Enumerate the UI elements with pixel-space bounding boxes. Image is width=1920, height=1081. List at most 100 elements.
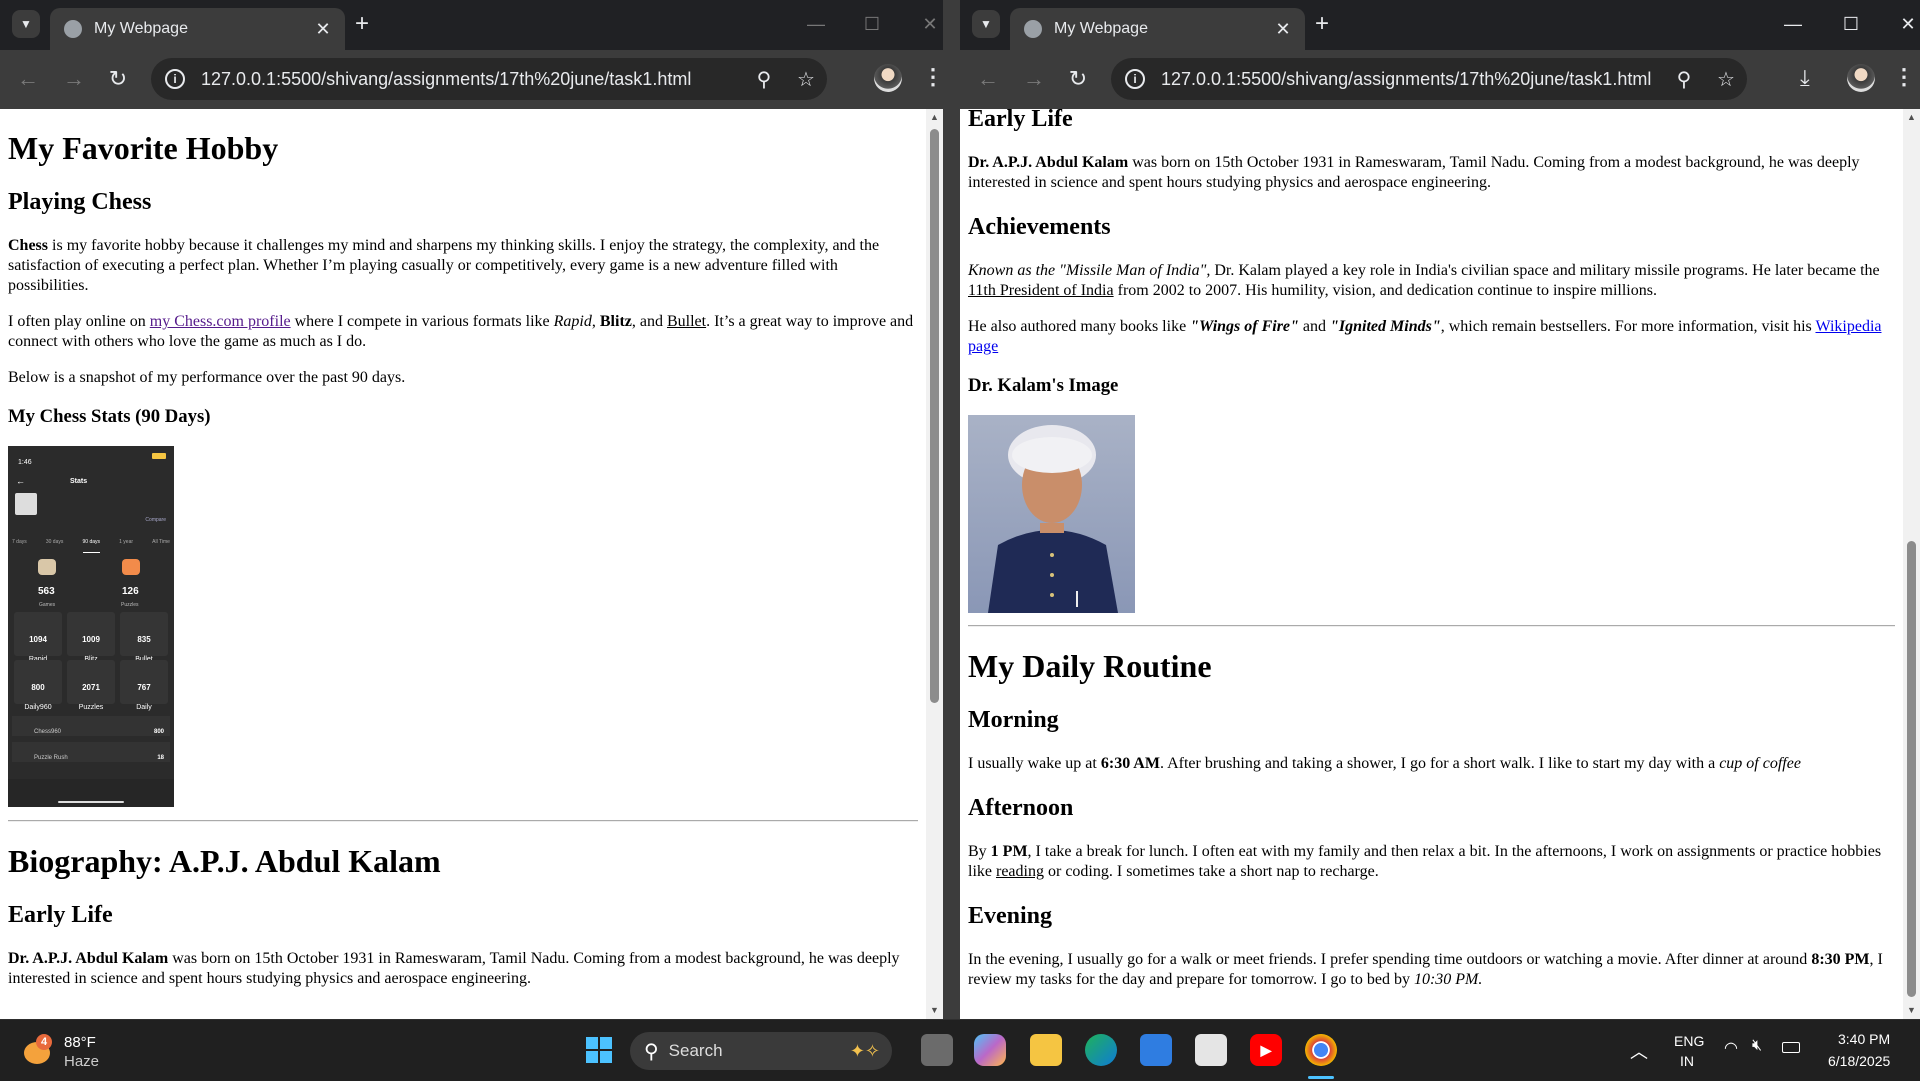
battery-icon[interactable] [1782,1042,1800,1053]
scroll-up-arrow[interactable]: ▲ [1903,109,1920,126]
profile-avatar[interactable] [1847,64,1875,92]
page-heading: My Favorite Hobby [8,130,279,166]
scroll-down-arrow[interactable]: ▼ [1903,1002,1920,1019]
stat-value: 835 [137,635,151,644]
underlined-text: reading [996,863,1044,880]
youtube-icon[interactable]: ▶ [1250,1034,1282,1066]
forward-button[interactable]: → [1020,67,1048,91]
more-menu-icon[interactable]: ⋮ [1893,64,1915,90]
puzzle-rush-row: Puzzle Rush 18 [12,742,170,762]
tab-search-button[interactable]: ▼ [972,10,1000,38]
more-menu-icon[interactable]: ⋮ [922,64,943,90]
wifi-icon[interactable]: ◠ [1724,1038,1738,1058]
browser-tab[interactable]: My Webpage ✕ [1010,8,1305,50]
clock-date[interactable]: 6/18/2025 [1828,1053,1890,1069]
bold-text: Dr. A.P.J. Abdul Kalam [968,154,1129,171]
weather-condition: Haze [64,1053,100,1070]
stat-value: 800 [31,683,45,692]
scroll-down-arrow[interactable]: ▼ [926,1002,943,1019]
text: where I compete in various formats like [290,313,554,330]
stat-value: 767 [137,683,151,692]
bold-text: Chess [8,237,49,254]
puzzle-icon [122,559,140,575]
row-value: 18 [157,755,164,761]
address-bar[interactable]: i 127.0.0.1:5500/shivang/assignments/17t… [151,58,827,100]
url-text[interactable]: 127.0.0.1:5500/shivang/assignments/17th%… [201,69,743,90]
text: He also authored many books like [968,318,1191,335]
close-tab-icon[interactable]: ✕ [1271,19,1295,40]
show-hidden-icons-chevron[interactable]: ︿ [1630,1038,1648,1064]
language-top[interactable]: ENG [1674,1033,1704,1049]
start-button[interactable] [583,1034,615,1066]
site-info-icon[interactable]: i [1125,69,1145,89]
task-view-icon[interactable] [921,1034,953,1066]
biography-heading: Biography: A.P.J. Abdul Kalam [8,843,441,879]
stat-tile: 2071 Puzzles [67,660,115,711]
back-button[interactable]: ← [14,67,42,91]
clock-time[interactable]: 3:40 PM [1838,1031,1890,1047]
bookmark-star-icon[interactable]: ☆ [785,67,827,92]
download-icon[interactable]: ⤓ [1800,65,1810,91]
reload-button[interactable]: ↻ [1064,67,1092,91]
drawing-app-icon[interactable] [1140,1034,1172,1066]
bookmark-star-icon[interactable]: ☆ [1705,67,1747,92]
scroll-thumb[interactable] [930,129,939,703]
new-tab-button[interactable]: + [355,12,369,36]
text: , and [631,313,667,330]
minimize-button[interactable]: — [796,6,836,42]
window-gap [943,0,960,1019]
stat-label: Puzzles [78,704,104,711]
close-tab-icon[interactable]: ✕ [311,19,335,40]
tab-strip: ▼ My Webpage ✕ + — ☐ ✕ [960,0,1920,50]
weather-widget[interactable]: 4 88°F Haze [22,1032,162,1072]
chess-profile-link[interactable]: my Chess.com profile [150,313,291,330]
copilot-app-icon[interactable] [974,1034,1006,1066]
url-text[interactable]: 127.0.0.1:5500/shivang/assignments/17th%… [1161,69,1663,90]
search-label: Search [668,1041,723,1060]
range-tab: 90 days [82,532,101,553]
image-heading: Dr. Kalam's Image [968,375,1119,396]
weather-badge: 4 [36,1034,52,1050]
scroll-thumb[interactable] [1907,541,1916,997]
paragraph-chess-intro: Chess is my favorite hobby because it ch… [8,236,918,296]
language-bottom[interactable]: IN [1680,1053,1694,1069]
chrome-icon[interactable] [1305,1034,1337,1066]
kalam-portrait [968,415,1135,613]
close-window-button[interactable]: ✕ [910,6,943,42]
zoom-icon[interactable]: ⚲ [743,67,785,92]
profile-avatar[interactable] [874,64,902,92]
site-info-icon[interactable]: i [165,69,185,89]
early-life-heading: Early Life [8,902,113,928]
tab-search-button[interactable]: ▼ [12,10,40,38]
address-bar[interactable]: i 127.0.0.1:5500/shivang/assignments/17t… [1111,58,1747,100]
paragraph-achievements-1: Known as the "Missile Man of India", Dr.… [968,261,1895,301]
speaker-muted-icon[interactable]: 🔇︎ [1752,1037,1762,1055]
reload-button[interactable]: ↻ [104,67,132,91]
text: I often play online on [8,313,150,330]
microsoft-store-icon[interactable] [1195,1034,1227,1066]
browser-tab[interactable]: My Webpage ✕ [50,8,345,50]
text: I usually wake up at [968,755,1101,772]
range-tab: 1 year [119,539,134,545]
edge-browser-icon[interactable] [1085,1034,1117,1066]
minimize-button[interactable]: — [1773,6,1813,42]
page-content-left: My Favorite Hobby Playing Chess Chess is… [0,109,926,1019]
close-window-button[interactable]: ✕ [1888,6,1920,42]
vertical-scrollbar[interactable]: ▲ ▼ [926,109,943,1019]
maximize-button[interactable]: ☐ [1831,6,1871,42]
section-heading-chess: Playing Chess [8,189,152,215]
zoom-icon[interactable]: ⚲ [1663,67,1705,92]
pawn-icon [38,559,56,575]
maximize-button[interactable]: ☐ [852,6,892,42]
book-title: "Wings of Fire" [1190,318,1299,335]
scroll-up-arrow[interactable]: ▲ [926,109,943,126]
file-explorer-icon[interactable] [1030,1034,1062,1066]
back-button[interactable]: ← [974,67,1002,91]
tab-title: My Webpage [94,20,188,37]
forward-button[interactable]: → [60,67,88,91]
taskbar-search[interactable]: ⚲ Search ✦✧ [630,1032,892,1070]
italic-text: cup of coffee [1719,755,1801,772]
new-tab-button[interactable]: + [1315,12,1329,36]
paragraph-achievements-2: He also authored many books like "Wings … [968,317,1895,357]
vertical-scrollbar[interactable]: ▲ ▼ [1903,109,1920,1019]
